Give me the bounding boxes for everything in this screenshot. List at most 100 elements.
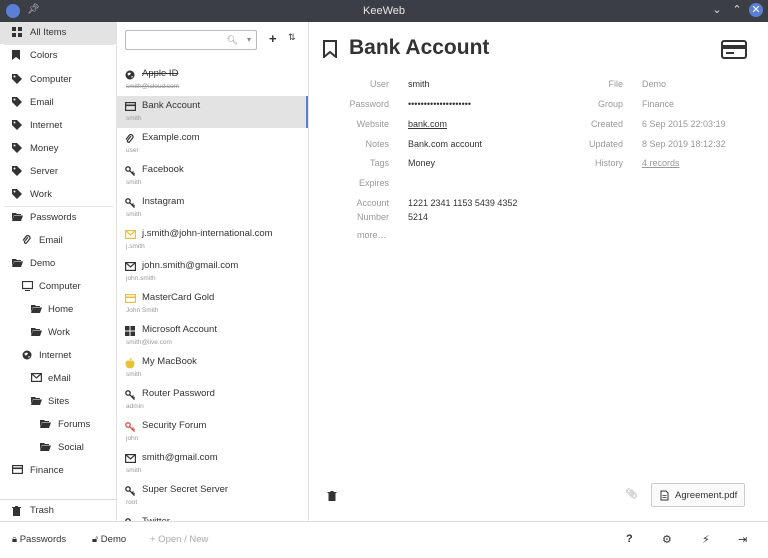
footer-demo-label: Demo xyxy=(100,534,127,545)
field-value-password[interactable]: •••••••••••••••••••• xyxy=(408,99,471,109)
sidebar-item-demo[interactable]: Demo xyxy=(0,253,117,275)
trash-label: Trash xyxy=(30,505,54,516)
list-item[interactable]: Security Forum john xyxy=(117,416,308,448)
search-input[interactable]: 🔍︎ ▾ xyxy=(125,30,257,50)
tag-icon xyxy=(12,143,22,153)
bookmark-icon xyxy=(12,50,22,60)
list-item[interactable]: smith@gmail.com smith xyxy=(117,448,308,480)
maximize-button[interactable]: ⌃ xyxy=(730,3,744,17)
field-value-notes[interactable]: Bank.com account xyxy=(408,139,482,149)
sidebar-item-passwords[interactable]: Passwords xyxy=(0,207,117,229)
sidebar-item-money[interactable]: Money xyxy=(0,138,117,160)
list-item-subtitle: user xyxy=(126,147,139,154)
list-item-subtitle: smith@icloud.com xyxy=(126,83,180,90)
meta-value-history[interactable]: 4 records xyxy=(642,158,680,168)
more-fields-link[interactable]: more… xyxy=(357,230,387,240)
list-item-subtitle: John Smith xyxy=(126,307,159,314)
credit-card-icon[interactable] xyxy=(721,40,747,59)
list-item-title: Facebook xyxy=(142,164,184,175)
folder-open-icon xyxy=(12,258,23,268)
paperclip-icon[interactable]: 📎︎ xyxy=(625,489,638,500)
sidebar-item-trash[interactable]: Trash xyxy=(0,499,117,521)
sidebar-item-label: Forums xyxy=(58,419,91,430)
sidebar-item-internet[interactable]: Internet xyxy=(0,115,117,137)
folder-open-icon xyxy=(40,442,51,452)
list-item[interactable]: john.smith@gmail.com john.smith xyxy=(117,256,308,288)
paperclip-icon xyxy=(22,235,32,245)
field-value-tags[interactable]: Money xyxy=(408,158,435,168)
sidebar-item-sites[interactable]: Sites xyxy=(0,391,117,413)
list-item[interactable]: MasterCard Gold John Smith xyxy=(117,288,308,320)
sidebar-item-computer[interactable]: Computer xyxy=(0,69,117,91)
chevron-down-icon[interactable]: ▾ xyxy=(247,35,251,44)
sidebar-item-work[interactable]: Work xyxy=(0,184,117,206)
list-item[interactable]: Twitter xyxy=(117,512,308,521)
key-icon xyxy=(125,486,136,496)
sidebar-item-internet[interactable]: Internet xyxy=(0,345,117,367)
close-button[interactable]: ✕ xyxy=(749,3,763,17)
list-item[interactable]: Apple ID smith@icloud.com xyxy=(117,64,308,96)
field-label-user: User xyxy=(369,79,389,89)
list-item[interactable]: My MacBook smith xyxy=(117,352,308,384)
sidebar-item-email[interactable]: Email xyxy=(0,230,117,252)
sidebar-item-label: Money xyxy=(30,143,59,154)
list-item[interactable]: Facebook smith xyxy=(117,160,308,192)
bookmark-icon[interactable] xyxy=(323,40,337,58)
sort-button[interactable]: ⇅ xyxy=(288,32,296,43)
list-item[interactable]: Bank Account smith xyxy=(117,96,308,128)
sidebar-item-forums[interactable]: Forums xyxy=(0,414,117,436)
sidebar-item-label: Server xyxy=(30,166,58,177)
globe-icon xyxy=(125,70,135,80)
sidebar-item-finance[interactable]: Finance xyxy=(0,460,117,482)
list-item[interactable]: Super Secret Server root xyxy=(117,480,308,512)
sidebar-item-label: Work xyxy=(30,189,52,200)
list-item-title: Security Forum xyxy=(142,420,207,431)
sidebar-item-colors[interactable]: Colors xyxy=(0,45,117,67)
credit-card-icon xyxy=(125,102,137,112)
sidebar-item-label: Computer xyxy=(39,281,81,292)
sidebar-item-home[interactable]: Home xyxy=(0,299,117,321)
list-item-subtitle: smith xyxy=(126,179,142,186)
sidebar-item-work[interactable]: Work xyxy=(0,322,117,344)
field-value-user[interactable]: smith xyxy=(408,79,430,89)
sidebar-item-label: All Items xyxy=(30,27,67,38)
list-item[interactable]: Router Password admin xyxy=(117,384,308,416)
sidebar-item-server[interactable]: Server xyxy=(0,161,117,183)
sidebar-item-social[interactable]: Social xyxy=(0,437,117,459)
footer-passwords-file[interactable]: 🔒︎ Passwords xyxy=(12,534,66,545)
sidebar-item-all-items[interactable]: All Items xyxy=(0,22,117,44)
field-label-website: Website xyxy=(356,119,389,129)
sidebar-item-email[interactable]: eMail xyxy=(0,368,117,390)
folder-open-icon xyxy=(31,396,42,406)
attachment-button[interactable]: Agreement.pdf xyxy=(651,483,745,507)
help-icon[interactable]: ? xyxy=(626,533,633,545)
meta-value-group: Finance xyxy=(642,99,675,109)
field-value-website[interactable]: bank.com xyxy=(408,119,447,129)
list-item-title: smith@gmail.com xyxy=(142,452,218,463)
add-entry-button[interactable]: + xyxy=(269,31,277,46)
trash-icon xyxy=(12,506,21,516)
field-value-number[interactable]: 5214 xyxy=(408,212,428,222)
list-item[interactable]: Microsoft Account smith@live.com xyxy=(117,320,308,352)
field-value-account[interactable]: 1221 2341 1153 5439 4352 xyxy=(408,198,517,208)
list-item-subtitle: smith xyxy=(126,371,142,378)
sidebar-item-email[interactable]: Email xyxy=(0,92,117,114)
footer-demo-file[interactable]: 🔓︎ Demo xyxy=(92,534,126,545)
logout-icon[interactable]: ⇥ xyxy=(738,533,747,546)
sidebar-item-computer[interactable]: Computer xyxy=(0,276,117,298)
field-label-number: Number xyxy=(356,212,389,222)
entry-title[interactable]: Bank Account xyxy=(349,36,489,60)
list-item-title: My MacBook xyxy=(142,356,197,367)
list-item[interactable]: j.smith@john-international.com j.smith xyxy=(117,224,308,256)
list-item[interactable]: Example.com user xyxy=(117,128,308,160)
envelope-icon xyxy=(125,262,137,272)
sidebar-item-label: Email xyxy=(30,97,54,108)
delete-entry-icon[interactable] xyxy=(327,491,337,501)
open-new-button[interactable]: + Open / New xyxy=(150,534,208,545)
footer-bar: 🔒︎ Passwords 🔓︎ Demo + Open / New ? ⚙ ⚡︎… xyxy=(0,521,768,558)
list-item[interactable]: Instagram smith xyxy=(117,192,308,224)
minimize-button[interactable]: ⌄ xyxy=(710,3,724,17)
envelope-icon xyxy=(125,454,137,464)
gear-icon[interactable]: ⚙ xyxy=(662,533,672,546)
lightning-icon[interactable]: ⚡︎ xyxy=(702,533,710,546)
